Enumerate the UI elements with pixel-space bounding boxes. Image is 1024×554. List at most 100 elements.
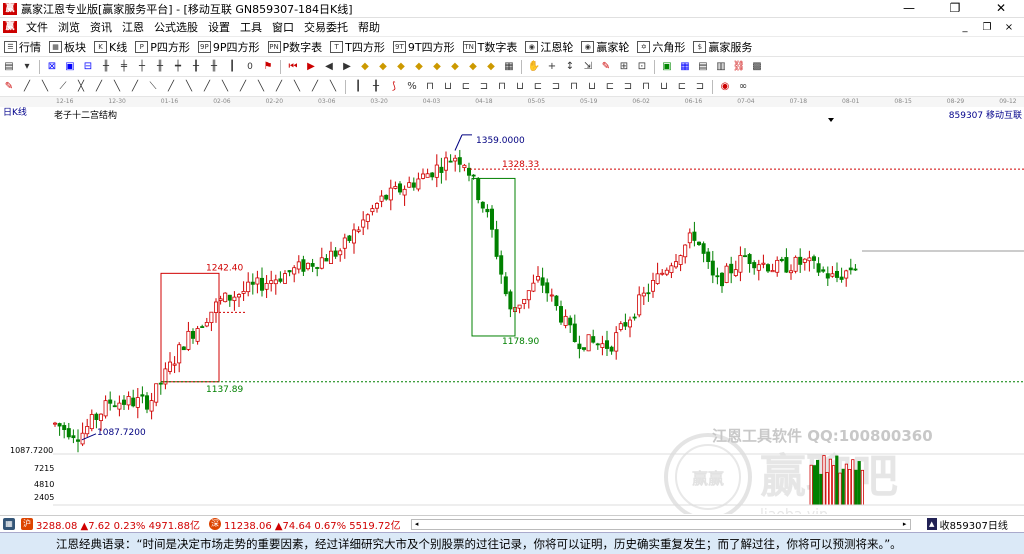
toolbar-diamond6-icon[interactable]: ◆ [447,59,463,75]
toolbar-item-7[interactable]: 9T 9T四方形 [389,39,459,55]
toolbar-candle-icon[interactable]: ╫ [98,59,114,75]
toolbar-draw-icon[interactable]: ✎ [598,59,614,75]
minimize-button[interactable]: — [886,0,932,18]
toolbar-flag-icon[interactable]: ⚑ [260,59,276,75]
toolbar-image-icon[interactable]: ▣ [659,59,675,75]
toolbar-diamond3-icon[interactable]: ◆ [393,59,409,75]
toolbar3-color-icon[interactable]: ◉ [717,79,733,95]
toolbar-item-1[interactable]: ▦ 板块 [45,39,90,55]
toolbar-first-icon[interactable]: ⏮ [285,59,301,75]
toolbar-item-8[interactable]: TN T数字表 [459,39,522,55]
scroll-right-icon[interactable]: ▸ [900,520,910,529]
menu-item-7[interactable]: 窗口 [267,18,299,37]
close-button[interactable]: ✕ [978,0,1024,18]
toolbar-gann-icon[interactable]: ⊠ [44,59,60,75]
menu-item-9[interactable]: 帮助 [353,18,385,37]
toolbar-diamond5-icon[interactable]: ◆ [429,59,445,75]
toolbar3-s12-icon[interactable]: ⊐ [620,79,636,95]
menu-item-1[interactable]: 浏览 [53,18,85,37]
toolbar3-s13-icon[interactable]: ⊓ [638,79,654,95]
toolbar-calc-icon[interactable]: ▦ [677,59,693,75]
toolbar3-line8-icon[interactable]: ⟍ [145,79,161,95]
toolbar3-line17-icon[interactable]: ╱ [307,79,323,95]
toolbar3-infinity-icon[interactable]: ∞ [735,79,751,95]
toolbar-item-2[interactable]: K K线 [90,39,131,55]
status-grid-icon[interactable]: ▦ [3,518,15,530]
menu-item-5[interactable]: 设置 [203,18,235,37]
toolbar-item-11[interactable]: ✡ 六角形 [633,39,689,55]
toolbar-plot2-icon[interactable]: ⊡ [634,59,650,75]
toolbar-item-0[interactable]: ☰ 行情 [0,39,45,55]
toolbar3-line13-icon[interactable]: ╱ [235,79,251,95]
toolbar3-s16-icon[interactable]: ⊐ [692,79,708,95]
toolbar3-line1-icon[interactable]: ╱ [19,79,35,95]
menu-item-2[interactable]: 资讯 [85,18,117,37]
toolbar-item-6[interactable]: T T四方形 [326,39,389,55]
toolbar3-pencil-icon[interactable]: ✎ [1,79,17,95]
toolbar3-line14-icon[interactable]: ╲ [253,79,269,95]
toolbar3-s11-icon[interactable]: ⊏ [602,79,618,95]
toolbar3-s7-icon[interactable]: ⊏ [530,79,546,95]
toolbar3-s3-icon[interactable]: ⊏ [458,79,474,95]
toolbar3-s14-icon[interactable]: ⊔ [656,79,672,95]
index-sz-icon[interactable]: 深 [208,518,221,530]
toolbar3-line3-icon[interactable]: ⟋ [55,79,71,95]
toolbar-save-icon[interactable]: ▥ [713,59,729,75]
toolbar3-bars2-icon[interactable]: ╂ [368,79,384,95]
toolbar-diamond8-icon[interactable]: ◆ [483,59,499,75]
menu-item-8[interactable]: 交易委托 [299,18,353,37]
toolbar-box-icon[interactable]: ⊟ [80,59,96,75]
toolbar3-line10-icon[interactable]: ╲ [181,79,197,95]
mdi-button-0[interactable]: _ [954,18,976,37]
toolbar-grid2-icon[interactable]: ▦ [501,59,517,75]
toolbar3-s4-icon[interactable]: ⊐ [476,79,492,95]
toolbar-cross-icon[interactable]: + [544,59,560,75]
toolbar-item-5[interactable]: PN P数字表 [264,39,327,55]
toolbar-fwd-icon[interactable]: ▶ [339,59,355,75]
toolbar-list-icon[interactable]: ▤ [1,59,17,75]
toolbar-car-icon[interactable]: ▩ [749,59,765,75]
toolbar-item-3[interactable]: P P四方形 [131,39,194,55]
menu-item-0[interactable]: 文件 [21,18,53,37]
toolbar3-s5-icon[interactable]: ⊓ [494,79,510,95]
dropdown-arrow-icon[interactable] [828,118,834,122]
toolbar-zoom-icon[interactable]: ⇲ [580,59,596,75]
toolbar-diamond4-icon[interactable]: ◆ [411,59,427,75]
toolbar3-line4-icon[interactable]: ╳ [73,79,89,95]
toolbar-diamond1-icon[interactable]: ◆ [357,59,373,75]
toolbar3-line11-icon[interactable]: ╱ [199,79,215,95]
status-chart-icon[interactable]: ▲ [926,518,937,530]
toolbar3-s10-icon[interactable]: ⊔ [584,79,600,95]
toolbar3-zigzag-icon[interactable]: ⟆ [386,79,402,95]
toolbar3-line18-icon[interactable]: ╲ [325,79,341,95]
toolbar-bars-icon[interactable]: ┃ [224,59,240,75]
toolbar-item-9[interactable]: ◉ 江恩轮 [521,39,577,55]
scroll-left-icon[interactable]: ◂ [412,520,422,529]
toolbar-diamond7-icon[interactable]: ◆ [465,59,481,75]
mdi-button-2[interactable]: × [998,18,1020,37]
toolbar-plot-icon[interactable]: ⊞ [616,59,632,75]
toolbar3-bars-icon[interactable]: ┃ [350,79,366,95]
toolbar3-s9-icon[interactable]: ⊓ [566,79,582,95]
toolbar3-line9-icon[interactable]: ╱ [163,79,179,95]
toolbar-link-icon[interactable]: ⛓ [731,59,747,75]
toolbar-db-icon[interactable]: ▤ [695,59,711,75]
mdi-button-1[interactable]: ❐ [976,18,998,37]
toolbar-item-10[interactable]: ◉ 赢家轮 [577,39,633,55]
toolbar-candle4-icon[interactable]: ╫ [152,59,168,75]
toolbar3-s8-icon[interactable]: ⊐ [548,79,564,95]
toolbar-hand-icon[interactable]: ✋ [526,59,542,75]
toolbar-candle3-icon[interactable]: ┼ [134,59,150,75]
toolbar-candle7-icon[interactable]: ╫ [206,59,222,75]
toolbar-arrow-icon[interactable]: ↕ [562,59,578,75]
kline-chart[interactable]: 赢赢 赢聊吧 liaoba.vip 日K线 老子十二宫结构 859307 移动互… [0,106,1024,523]
menu-item-3[interactable]: 江恩 [117,18,149,37]
toolbar-item-4[interactable]: 9P 9P四方形 [194,39,264,55]
restore-button[interactable]: ❐ [932,0,978,18]
toolbar3-line12-icon[interactable]: ╲ [217,79,233,95]
toolbar-dropdown-icon[interactable]: ▾ [19,59,35,75]
toolbar-number-icon[interactable]: 0 [242,59,258,75]
menu-item-6[interactable]: 工具 [235,18,267,37]
toolbar3-line5-icon[interactable]: ╱ [91,79,107,95]
toolbar-candle5-icon[interactable]: ┿ [170,59,186,75]
